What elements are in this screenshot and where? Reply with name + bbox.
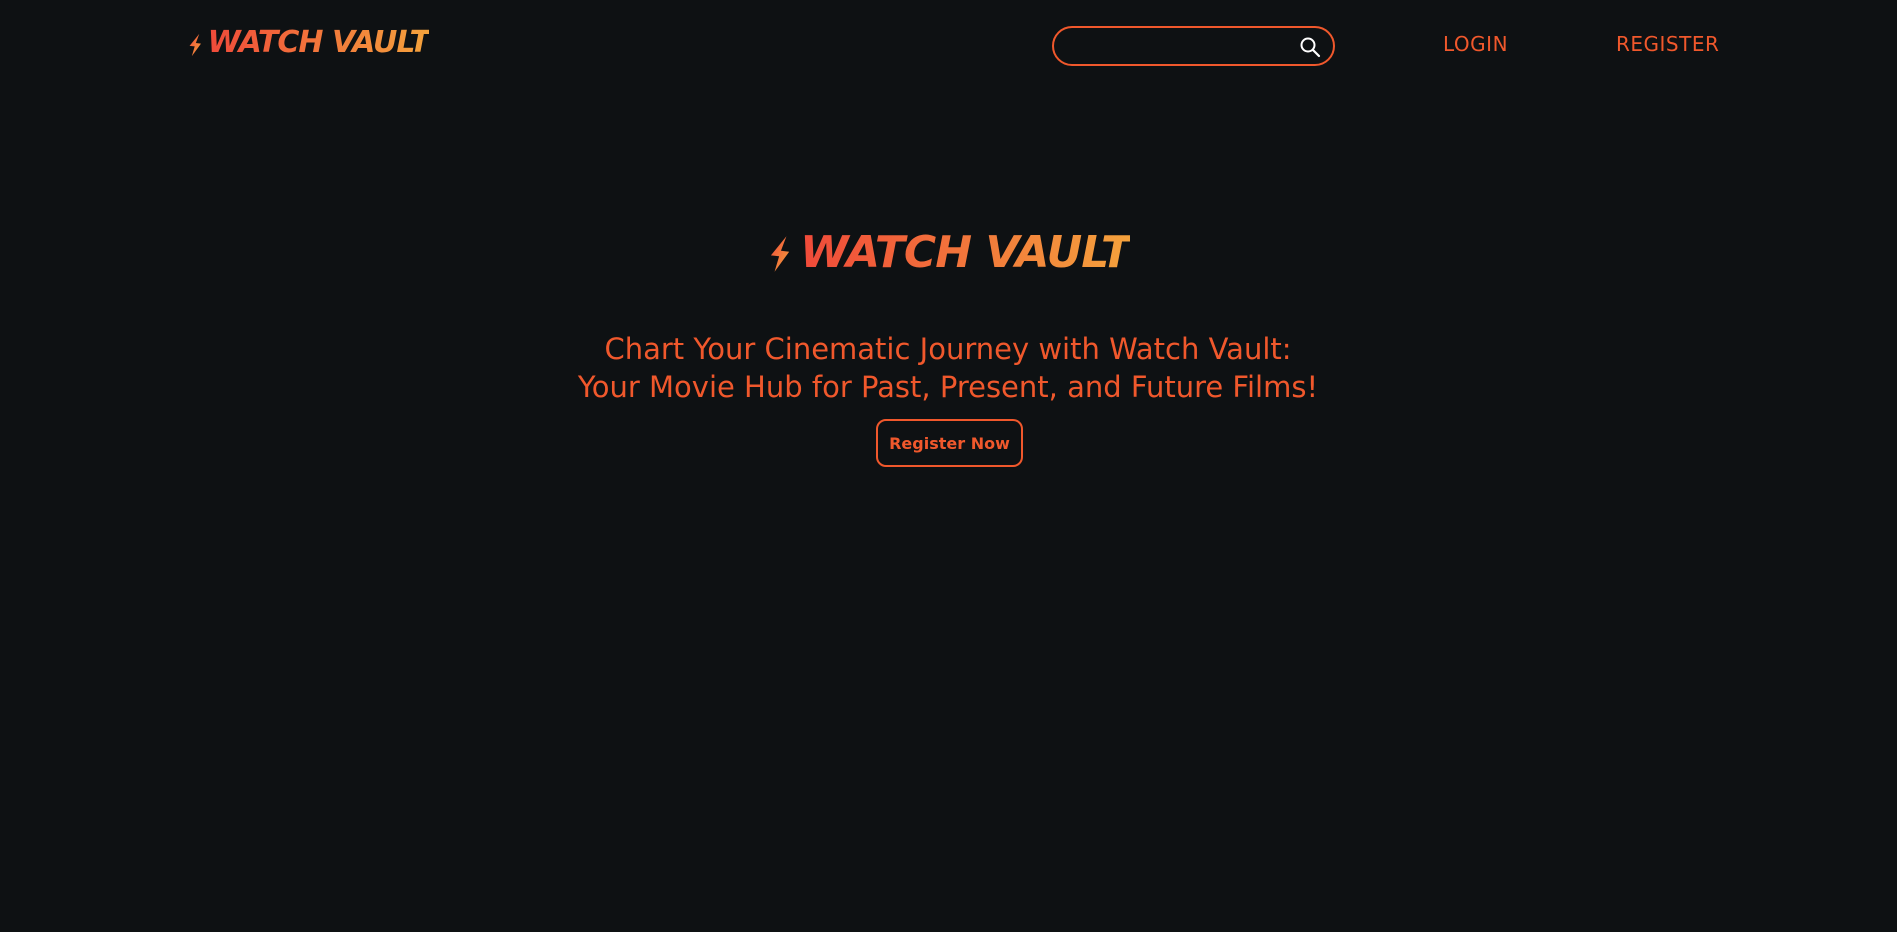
header-logo-link[interactable]: WATCH VAULT [189,4,430,86]
lightning-bolt-icon [770,236,790,272]
header-logo-text: WATCH VAULT [207,24,430,60]
hero-title-line-2: Your Movie Hub for Past, Present, and Fu… [577,370,1319,404]
page: WATCH VAULT LOGIN REGISTER WATCH VAULT C… [0,0,1897,932]
register-link[interactable]: REGISTER [1616,32,1719,56]
hero-logo: WATCH VAULT [770,192,1131,316]
search-input[interactable] [1068,28,1292,66]
register-now-button[interactable]: Register Now [876,419,1023,467]
lightning-bolt-icon [189,33,201,57]
search-icon[interactable] [1299,36,1321,58]
hero-title: Chart Your Cinematic Journey with Watch … [448,330,1448,406]
search-box [1052,26,1335,66]
hero-title-line-1: Chart Your Cinematic Journey with Watch … [604,332,1292,366]
login-link[interactable]: LOGIN [1443,32,1508,56]
hero-logo-text: WATCH VAULT [800,226,1131,278]
